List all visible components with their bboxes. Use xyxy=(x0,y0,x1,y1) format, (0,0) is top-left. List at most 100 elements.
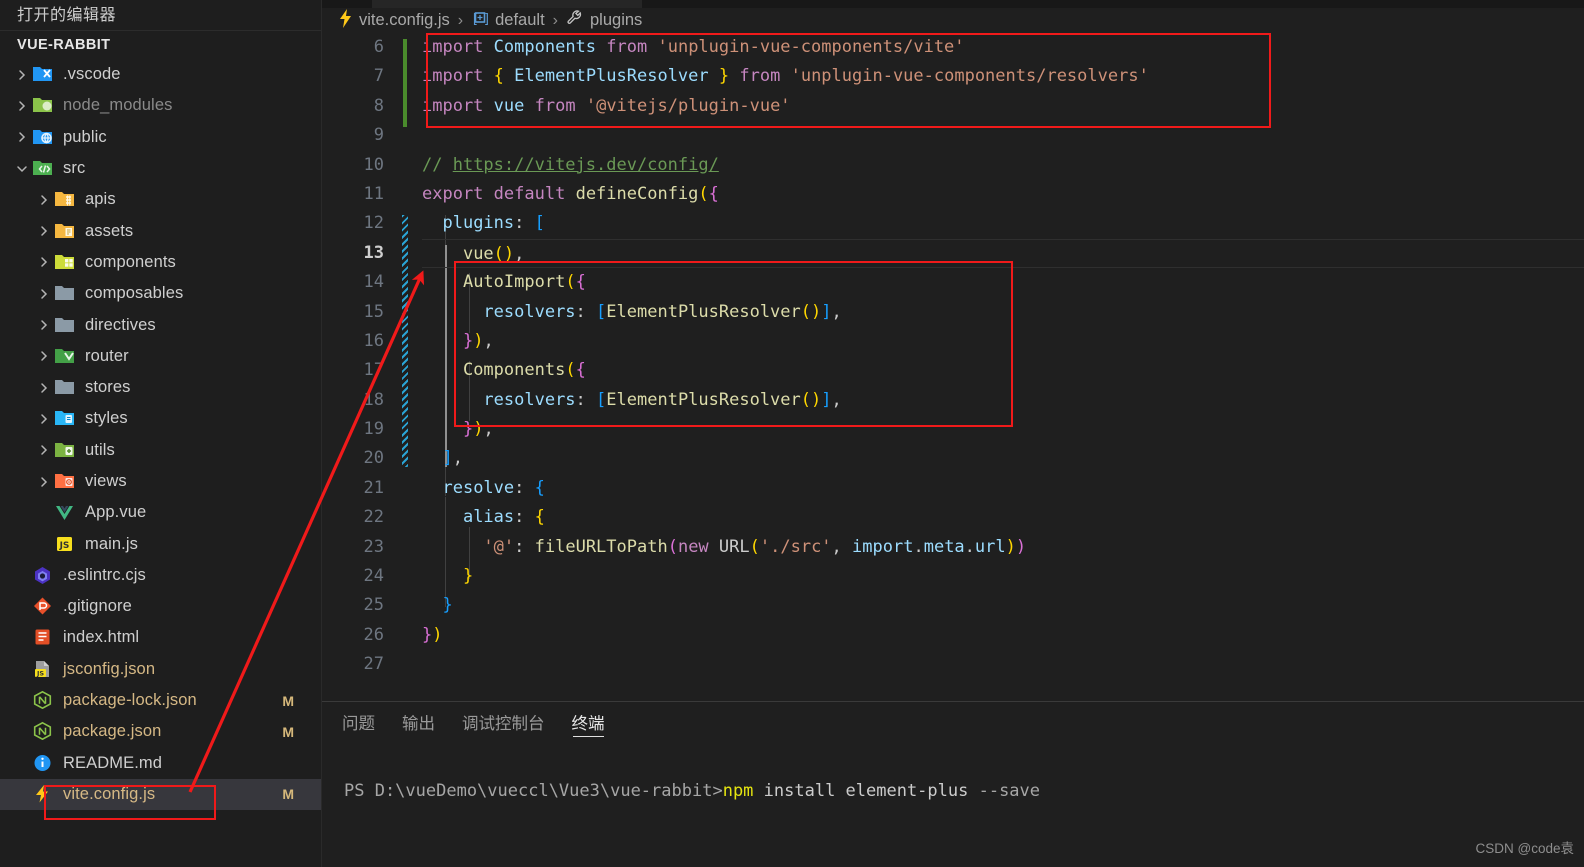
tree-item-styles[interactable]: styles xyxy=(0,403,321,434)
breadcrumb-symbol[interactable]: [ ] default xyxy=(471,10,545,31)
tree-item-label: src xyxy=(63,159,86,178)
chevron-right-icon[interactable] xyxy=(12,100,32,112)
code-text: }) xyxy=(422,624,443,645)
plain-folder-icon xyxy=(54,283,76,304)
code-text: '@': fileURLToPath(new URL('./src', impo… xyxy=(483,536,1027,557)
tree-item--gitignore[interactable]: .gitignore xyxy=(0,591,321,622)
tree-item-label: index.html xyxy=(63,628,140,647)
code-line-9: 9 xyxy=(322,121,1584,150)
chevron-right-icon[interactable] xyxy=(34,288,54,300)
chevron-right-icon[interactable] xyxy=(12,131,32,143)
chevron-right-icon[interactable] xyxy=(34,225,54,237)
chevron-right-icon[interactable] xyxy=(12,69,32,81)
tree-item-label: package-lock.json xyxy=(63,691,197,710)
panel-tab-3[interactable]: 终端 xyxy=(572,702,605,742)
node-folder-icon xyxy=(32,95,54,116)
tree-item-apis[interactable]: apis xyxy=(0,184,321,215)
tree-item-label: .gitignore xyxy=(63,597,132,616)
tree-item-label: App.vue xyxy=(85,503,147,522)
chevron-right-icon[interactable] xyxy=(34,476,54,488)
tree-item-label: .vscode xyxy=(63,65,121,84)
code-editor[interactable]: 6 import Components from 'unplugin-vue-co… xyxy=(322,33,1584,701)
tree-item-label: views xyxy=(85,472,127,490)
tree-item-vite-config-js[interactable]: vite.config.js M xyxy=(0,778,321,811)
code-text: }), xyxy=(462,419,494,440)
code-text: import vue from '@vitejs/plugin-vue' xyxy=(422,95,791,116)
tree-item-jsconfig-json[interactable]: JS jsconfig.json xyxy=(0,654,321,685)
tree-item-router[interactable]: router xyxy=(0,341,321,372)
chevron-right-icon[interactable] xyxy=(34,382,54,394)
eslint-file-icon xyxy=(32,565,54,586)
tree-item-label: jsconfig.json xyxy=(63,659,156,678)
chevron-right-icon[interactable] xyxy=(34,444,54,456)
modified-badge: M xyxy=(282,786,294,803)
chevron-right-icon[interactable] xyxy=(34,350,54,362)
code-text: } xyxy=(442,595,453,616)
code-line-22: 22 alias: { xyxy=(322,503,1584,532)
active-editor-tab[interactable] xyxy=(372,0,642,8)
code-line-23: 23 '@': fileURLToPath(new URL('./src', i… xyxy=(322,533,1584,562)
tree-item-label: router xyxy=(85,346,129,365)
workspace-folder-title[interactable]: VUE-RABBIT xyxy=(0,31,321,59)
tree-item-utils[interactable]: utils xyxy=(0,435,321,466)
tree-item-components[interactable]: components xyxy=(0,247,321,278)
code-line-26: 26}) xyxy=(322,621,1584,650)
open-editors-header[interactable]: 打开的编辑器 xyxy=(0,0,321,31)
editor-area: vite.config.js › [ ] default › xyxy=(322,0,1584,867)
chevron-right-icon[interactable] xyxy=(34,319,54,331)
breadcrumb-file[interactable]: vite.config.js xyxy=(338,8,450,33)
tree-item-src[interactable]: src xyxy=(0,153,321,184)
chevron-right-icon[interactable] xyxy=(34,256,54,268)
code-text: // https://vitejs.dev/config/ xyxy=(422,154,719,175)
code-text: export default defineConfig({ xyxy=(422,183,719,204)
api-folder-icon xyxy=(54,189,76,210)
code-line-20: 20 ], xyxy=(322,444,1584,473)
tree-item-package-lock-json[interactable]: package-lock.json M xyxy=(0,685,321,716)
tree-item-readme-md[interactable]: README.md xyxy=(0,748,321,779)
chevron-right-icon[interactable] xyxy=(34,413,54,425)
tree-item-app-vue[interactable]: App.vue xyxy=(0,497,321,528)
tree-item-package-json[interactable]: package.json M xyxy=(0,716,321,747)
tree-item-main-js[interactable]: JS main.js xyxy=(0,528,321,559)
code-line-18: 18 resolvers: [ElementPlusResolver()], xyxy=(322,386,1584,415)
tree-item-label: .eslintrc.cjs xyxy=(63,565,146,584)
line-number: 17 xyxy=(363,360,384,381)
tree-item-assets[interactable]: assets xyxy=(0,215,321,246)
terminal-line: PS D:\vueDemo\vueccl\Vue3\vue-rabbit>npm… xyxy=(344,777,1584,806)
tree-item-label: package.json xyxy=(63,722,162,741)
watermark: CSDN @code袁 xyxy=(1475,841,1574,856)
tree-item-index-html[interactable]: index.html xyxy=(0,622,321,653)
panel-tab-2[interactable]: 调试控制台 xyxy=(462,702,545,742)
tree-item--eslintrc-cjs[interactable]: .eslintrc.cjs xyxy=(0,560,321,591)
tree-item-composables[interactable]: composables xyxy=(0,278,321,309)
line-number: 11 xyxy=(363,183,384,204)
panel-tab-1[interactable]: 输出 xyxy=(402,702,435,742)
public-folder-icon xyxy=(32,127,54,148)
chevron-right-icon[interactable] xyxy=(34,194,54,206)
line-number: 10 xyxy=(363,154,384,175)
code-text: resolvers: [ElementPlusResolver()], xyxy=(483,301,842,322)
line-number: 21 xyxy=(363,477,384,498)
tree-item-directives[interactable]: directives xyxy=(0,309,321,340)
tree-item-public[interactable]: public xyxy=(0,122,321,153)
tree-item-label: styles xyxy=(85,409,128,428)
html-file-icon xyxy=(32,627,54,648)
code-text: vue(), xyxy=(422,238,1584,269)
breadcrumb-property-label: plugins xyxy=(590,11,643,29)
terminal-output[interactable]: PS D:\vueDemo\vueccl\Vue3\vue-rabbit>npm… xyxy=(322,742,1584,867)
chevron-down-icon[interactable] xyxy=(12,163,32,175)
assets-folder-icon xyxy=(54,221,76,242)
tree-item-stores[interactable]: stores xyxy=(0,372,321,403)
git-file-icon xyxy=(32,596,54,617)
tree-item-views[interactable]: views xyxy=(0,466,321,497)
panel-tab-0[interactable]: 问题 xyxy=(342,702,375,742)
line-number: 25 xyxy=(363,595,384,616)
code-line-21: 21 resolve: { xyxy=(322,474,1584,503)
tree-item-node-modules[interactable]: node_modules xyxy=(0,90,321,121)
tree-item-label: composables xyxy=(85,284,184,303)
code-text: import { ElementPlusResolver } from 'unp… xyxy=(422,66,1149,87)
line-number: 24 xyxy=(363,566,384,587)
breadcrumb-property[interactable]: plugins xyxy=(566,9,642,32)
tree-item--vscode[interactable]: .vscode xyxy=(0,59,321,90)
